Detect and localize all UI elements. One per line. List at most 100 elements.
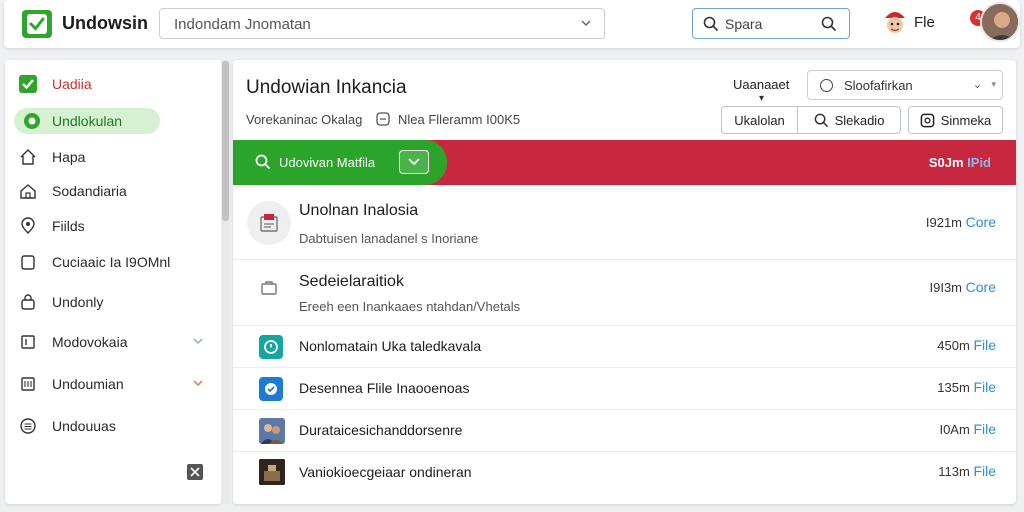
sidebar-item-label: Modovokaia: [52, 334, 128, 350]
filter-select[interactable]: Sloofafirkan ⌄ ▾: [807, 70, 1003, 100]
list-item[interactable]: Durataicesichanddorsenre I0Am File: [233, 410, 1016, 452]
sidebar-item-4[interactable]: Fiilds: [10, 213, 210, 239]
list-item[interactable]: Nonlomatain Uka taledkavala 450m File: [233, 326, 1016, 368]
avatar[interactable]: [980, 2, 1020, 42]
search-submit-icon[interactable]: [821, 16, 837, 32]
sidebar-item-8[interactable]: Undoumian: [10, 371, 210, 397]
caret-down-icon: ▾: [759, 93, 765, 104]
chevron-down-icon[interactable]: [192, 377, 204, 389]
list-item[interactable]: Desennea Flile Inaooenoas 135m File: [233, 368, 1016, 410]
main-search-input[interactable]: [174, 14, 574, 34]
sidebar-item-label: Undonly: [52, 294, 104, 310]
row-meta: 113m File: [938, 463, 996, 479]
search-filter-button[interactable]: Slekadio: [797, 106, 901, 134]
banner-meta-prefix: S0Jm: [928, 155, 964, 170]
scrollbar-thumb[interactable]: [222, 61, 229, 221]
row-link[interactable]: Core: [966, 279, 996, 295]
row-size: 135m: [937, 380, 970, 395]
filter-label[interactable]: Uaanaaet ▾: [733, 77, 789, 104]
sidebar-item-9[interactable]: Undouuas: [10, 413, 210, 439]
row-title: Durataicesichanddorsenre: [299, 422, 463, 438]
row-size: I9I3m: [929, 280, 963, 295]
sidebar-item-label: Undouuas: [52, 418, 116, 434]
people-photo-icon: [259, 418, 285, 444]
sidebar-item-5[interactable]: Cuciaaic Ia I9OMnl: [10, 249, 210, 275]
chevron-down-icon[interactable]: [580, 17, 592, 29]
filter-select-value: Sloofafirkan: [844, 78, 913, 93]
page-title: Undowian Inkancia: [246, 77, 407, 98]
row-meta: I921m Core: [926, 214, 996, 230]
caret-down-icon: ▾: [991, 79, 996, 89]
banner-filter-pill[interactable]: Udovivan Matfila: [233, 140, 447, 185]
sidebar-item-label: Hapa: [52, 149, 86, 165]
calendar-icon: [12, 375, 44, 393]
info-box-icon[interactable]: [375, 111, 391, 127]
sidebar-item-label: Undlokulan: [52, 113, 123, 129]
banner-meta: S0Jm IPid: [929, 155, 991, 170]
row-link[interactable]: File: [973, 379, 996, 395]
list-item[interactable]: Vaniokioecgeiaar ondineran 113m File: [233, 452, 1016, 496]
check-icon: [27, 14, 47, 34]
box-icon: [257, 276, 281, 300]
user-name[interactable]: Fle: [914, 14, 935, 31]
sidebar-item-label: Sodandiaria: [52, 183, 127, 199]
sidebar-scrollbar[interactable]: [221, 60, 230, 504]
sidebar-item-6[interactable]: Undonly: [10, 289, 210, 315]
status-banner: Udovivan Matfila S0Jm IPid: [233, 140, 1016, 185]
banner-dropdown[interactable]: [399, 150, 429, 174]
row-title: Desennea Flile Inaooenoas: [299, 380, 470, 396]
circle-icon: [820, 79, 833, 92]
pin-icon: [12, 217, 44, 235]
app-title: Undowsin: [62, 13, 148, 33]
row-title: Nonlomatain Uka taledkavala: [299, 338, 482, 354]
row-meta: 450m File: [937, 337, 996, 353]
quick-search-box[interactable]: Spara: [692, 8, 850, 39]
sidebar-item-label: Fiilds: [52, 218, 85, 234]
row-link[interactable]: File: [973, 337, 996, 353]
row-size: 113m: [938, 464, 970, 479]
sidebar-item-1[interactable]: Undlokulan: [14, 108, 160, 134]
ukalolan-button[interactable]: Ukalolan: [721, 106, 798, 134]
page-subtitle: Vorekaninac Okalag: [246, 112, 363, 127]
button-label: Sinmeka: [940, 112, 992, 128]
button-label: Ukalolan: [734, 112, 785, 128]
row-link[interactable]: File: [973, 421, 996, 437]
share-button[interactable]: Sinmeka: [908, 106, 1003, 134]
check-box-icon: [12, 74, 44, 94]
document-icon: [247, 201, 291, 245]
sidebar-item-label: Cuciaaic Ia I9OMnl: [52, 254, 171, 270]
list-item[interactable]: Unolnan Inalosia Dabtuisen lanadanel s I…: [233, 185, 1016, 260]
row-meta: 135m File: [937, 379, 996, 395]
sidebar-item-7[interactable]: Modovokaia: [10, 329, 210, 355]
sidebar-item-2[interactable]: Hapa: [10, 144, 210, 170]
row-size: I0Am: [939, 422, 970, 437]
home-outline-icon: [12, 182, 44, 200]
collapse-sidebar-icon[interactable]: [186, 463, 204, 481]
sidebar-item-label: Uadiia: [52, 76, 92, 92]
banner-label: Udovivan Matfila: [279, 155, 376, 170]
row-size: 450m: [937, 338, 970, 353]
shield-icon: [16, 112, 48, 130]
sidebar-item-0[interactable]: Uadiia: [10, 71, 210, 97]
search-icon: [814, 113, 828, 127]
chevron-down-icon[interactable]: [192, 335, 204, 347]
row-title: Unolnan Inalosia: [299, 202, 419, 219]
share-icon: [920, 113, 935, 127]
list-circle-icon: [12, 417, 44, 435]
sidebar-item-3[interactable]: Sodandiaria: [10, 178, 210, 204]
lock-icon: [12, 293, 44, 311]
user-mascot-icon[interactable]: [882, 8, 908, 38]
app-logo[interactable]: [22, 10, 52, 38]
row-description: Dabtuisen lanadanel s Inoriane: [299, 231, 479, 246]
main-search-field[interactable]: [159, 8, 605, 39]
sidebar-item-label: Undoumian: [52, 376, 124, 392]
user-avatar-icon: [982, 4, 1018, 40]
row-title: Vaniokioecgeiaar ondineran: [299, 464, 472, 480]
quick-search-label: Spara: [725, 16, 763, 32]
row-link[interactable]: File: [973, 463, 996, 479]
main-panel: Undowian Inkancia Vorekaninac Okalag Nle…: [233, 60, 1016, 504]
row-link[interactable]: Core: [966, 214, 996, 230]
banner-meta-suffix[interactable]: IPid: [967, 155, 991, 170]
chevron-down-icon: [408, 158, 420, 166]
list-item[interactable]: Sedeielaraitiok Ereeh een Inankaaes ntah…: [233, 260, 1016, 326]
